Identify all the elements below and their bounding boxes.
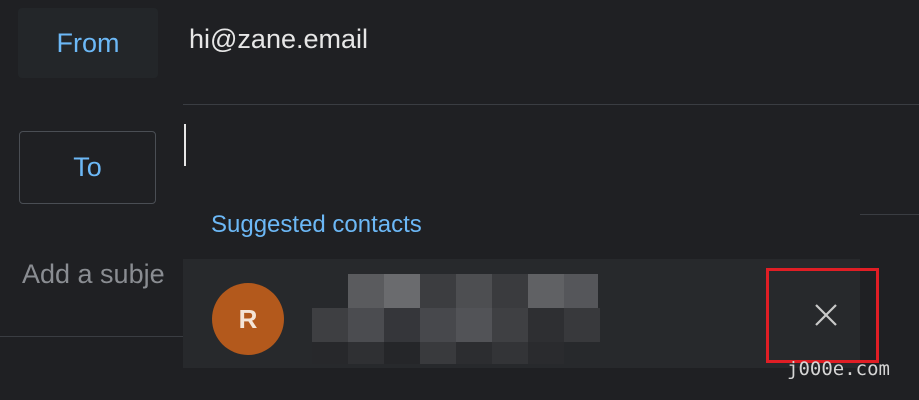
to-input-caret[interactable] [184,124,186,166]
divider [183,104,919,105]
redacted-contact-details [312,274,604,364]
annotation-highlight-box [766,268,879,363]
divider [0,336,183,337]
from-address: hi@zane.email [189,24,368,54]
avatar: R [212,283,284,355]
to-button[interactable]: To [19,131,156,204]
watermark: j000e.com [787,358,890,380]
suggestions-title: Suggested contacts [211,211,422,238]
subject-input[interactable]: Add a subje [22,259,165,290]
divider [860,214,919,215]
from-button[interactable]: From [18,8,158,78]
